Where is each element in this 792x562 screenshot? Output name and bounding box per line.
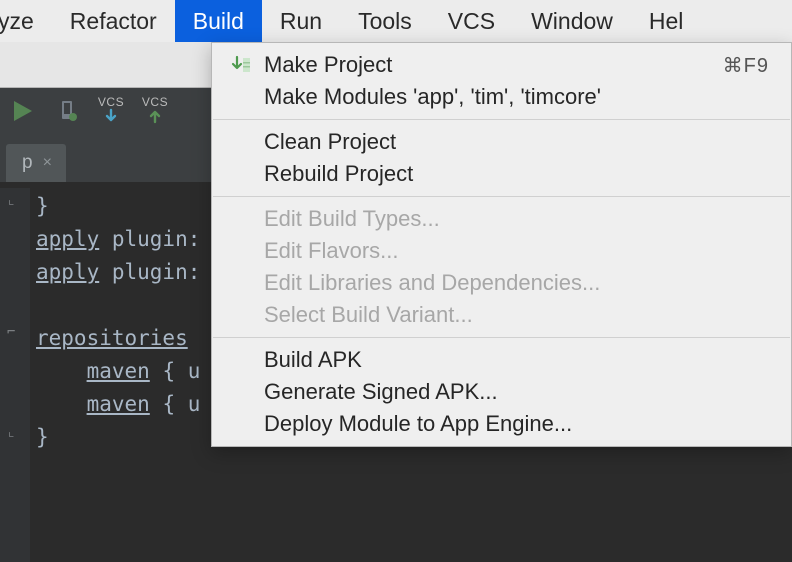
play-icon	[11, 99, 35, 128]
menu-item-generate-signed-apk[interactable]: Generate Signed APK...	[212, 376, 791, 408]
run-button[interactable]	[6, 96, 40, 130]
menubar-item-refactor[interactable]: Refactor	[52, 0, 175, 42]
menu-label: Select Build Variant...	[264, 302, 769, 328]
menu-item-build-apk[interactable]: Build APK	[212, 344, 791, 376]
menu-item-select-build-variant: Select Build Variant...	[212, 299, 791, 331]
vcs-label: VCS	[142, 97, 168, 107]
editor-gutter: ⌞ ⌐ ⌞	[0, 188, 30, 562]
menubar-item-vcs[interactable]: VCS	[430, 0, 513, 42]
menu-item-clean-project[interactable]: Clean Project	[212, 126, 791, 158]
menubar-item-build[interactable]: Build	[175, 0, 262, 42]
menu-label: Edit Flavors...	[264, 238, 769, 264]
menu-separator	[213, 337, 790, 338]
menu-separator	[213, 196, 790, 197]
menubar-item-run[interactable]: Run	[262, 0, 340, 42]
device-icon	[55, 99, 79, 128]
menu-label: Make Modules 'app', 'tim', 'timcore'	[264, 84, 769, 110]
menu-item-rebuild-project[interactable]: Rebuild Project	[212, 158, 791, 190]
menu-separator	[213, 119, 790, 120]
hammer-down-icon	[230, 53, 254, 77]
menu-label: Clean Project	[264, 129, 769, 155]
menubar-item-help[interactable]: Hel	[631, 0, 684, 42]
menu-item-make-modules[interactable]: Make Modules 'app', 'tim', 'timcore'	[212, 81, 791, 113]
vcs-commit-button[interactable]: VCS	[138, 97, 172, 129]
fold-end-icon[interactable]: ⌞	[7, 424, 15, 440]
menu-item-edit-build-types: Edit Build Types...	[212, 203, 791, 235]
menubar: yze Refactor Build Run Tools VCS Window …	[0, 0, 792, 42]
device-button[interactable]	[50, 96, 84, 130]
fold-end-icon[interactable]: ⌞	[7, 192, 15, 208]
code-content: } apply plugin: apply plugin: repositori…	[30, 188, 200, 562]
menu-item-edit-flavors: Edit Flavors...	[212, 235, 791, 267]
menu-label: Edit Build Types...	[264, 206, 769, 232]
build-menu-dropdown: Make Project ⌘F9 Make Modules 'app', 'ti…	[211, 42, 792, 447]
menu-label: Rebuild Project	[264, 161, 769, 187]
menubar-item-window[interactable]: Window	[513, 0, 631, 42]
menubar-item-tools[interactable]: Tools	[340, 0, 430, 42]
vcs-label: VCS	[98, 97, 124, 107]
close-icon[interactable]: ×	[43, 154, 52, 172]
vcs-update-button[interactable]: VCS	[94, 97, 128, 129]
menu-item-deploy-app-engine[interactable]: Deploy Module to App Engine...	[212, 408, 791, 440]
menu-label: Deploy Module to App Engine...	[264, 411, 769, 437]
menu-shortcut: ⌘F9	[723, 53, 769, 78]
menu-label: Generate Signed APK...	[264, 379, 769, 405]
fold-start-icon[interactable]: ⌐	[7, 324, 15, 340]
arrow-down-icon	[103, 108, 119, 129]
menubar-item-analyze[interactable]: yze	[0, 0, 52, 42]
menu-item-make-project[interactable]: Make Project ⌘F9	[212, 49, 791, 81]
menu-label: Make Project	[264, 52, 723, 78]
menu-label: Edit Libraries and Dependencies...	[264, 270, 769, 296]
menu-label: Build APK	[264, 347, 769, 373]
arrow-up-icon	[147, 108, 163, 129]
menu-item-edit-libraries: Edit Libraries and Dependencies...	[212, 267, 791, 299]
file-tab[interactable]: p ×	[6, 144, 66, 182]
file-tab-label: p	[22, 152, 33, 174]
